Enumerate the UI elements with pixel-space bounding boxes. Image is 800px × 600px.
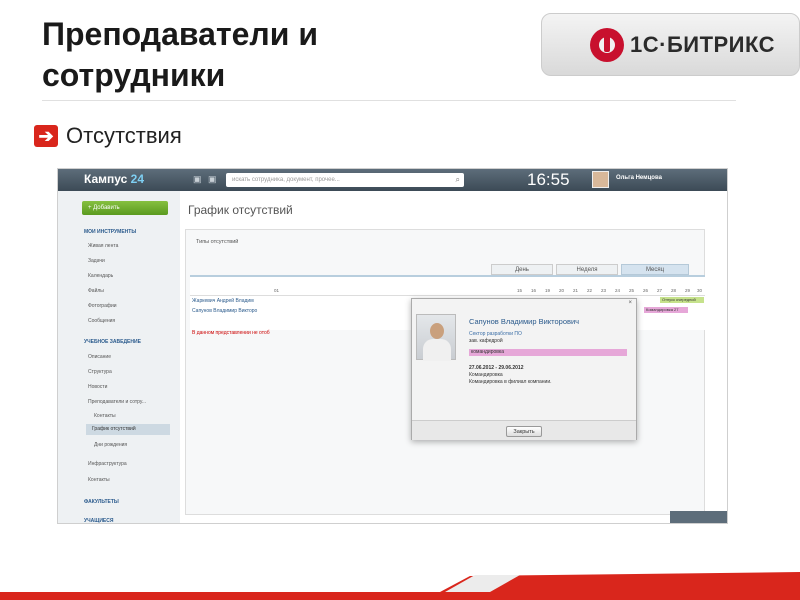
sidebar-item-staff[interactable]: Преподаватели и сотру... [88,399,146,405]
search-placeholder: искать сотрудника, документ, прочее... [232,177,340,183]
section-school[interactable]: УЧЕБНОЕ ЗАВЕДЕНИЕ [84,339,141,345]
brand-name: Кампус [84,172,128,186]
sidebar-item-absence[interactable]: График отсутствий [86,424,170,435]
add-button[interactable]: + Добавить [82,201,168,215]
search-input[interactable]: искать сотрудника, документ, прочее... ⌕ [226,173,464,187]
day-label: 21 [572,288,578,293]
status-bar [670,511,727,523]
arrow-right-icon: ➔ [34,125,58,147]
close-icon[interactable]: × [628,300,632,306]
tab-month[interactable]: Месяц [621,264,689,275]
sidebar-item-about[interactable]: Описание [88,354,111,360]
brand-number: 24 [130,172,145,186]
sidebar-item-news[interactable]: Новости [88,384,107,390]
sidebar: + Добавить МОИ ИНСТРУМЕНТЫ Живая лента З… [58,191,180,523]
sidebar-item-files[interactable]: Файлы [88,288,104,294]
day-label: 26 [642,288,648,293]
day-label: 30 [696,288,702,293]
notify-icon[interactable]: ▣ [208,174,218,184]
popup-employee-name[interactable]: Сапунов Владимир Викторович [469,317,579,326]
slide-subtitle: ➔ Отсутствия [34,123,182,149]
day-label: 19 [544,288,550,293]
day-label: 01 [273,288,279,293]
clock: 16:55 [527,170,570,189]
bitrix-logo-mark-icon [590,28,624,62]
popup-footer: Закрыть [412,420,636,440]
search-icon[interactable]: ⌕ [456,173,460,187]
app-brand[interactable]: Кампус 24 [84,172,144,186]
slide-title: Преподаватели и сотрудники [42,16,318,93]
section-students[interactable]: УЧАЩИЕСЯ [84,518,113,523]
day-label: 23 [600,288,606,293]
top-bar: Кампус 24 ▣ ▣ искать сотрудника, докумен… [58,169,727,191]
close-button[interactable]: Закрыть [506,426,542,437]
filter-types[interactable]: Типы отсутствий [196,239,238,245]
sidebar-item-photos[interactable]: Фотографии [88,303,117,309]
photo-body [423,339,451,361]
sidebar-item-birthdays[interactable]: Дни рождения [94,442,127,448]
main-content: График отсутствий Типы отсутствий День Н… [180,191,727,523]
popup-absence-type: командировка [469,349,627,356]
employee-name-link[interactable]: Жаркевич Андрей Владим [192,298,254,304]
tab-day[interactable]: День [491,264,553,275]
day-label: 24 [614,288,620,293]
sidebar-item-infra[interactable]: Инфраструктура [88,461,127,467]
section-tools[interactable]: МОИ ИНСТРУМЕНТЫ [84,229,136,235]
logo-text: 1С·БИТРИКС [630,32,776,57]
view-tabs: День Неделя Месяц [491,264,692,275]
section-faculties[interactable]: ФАКУЛЬТЕТЫ [84,499,119,505]
chat-icon[interactable]: ▣ [193,174,203,184]
sidebar-item-calendar[interactable]: Календарь [88,273,113,279]
user-avatar[interactable] [592,171,609,188]
sidebar-item-tasks[interactable]: Задачи [88,258,105,264]
popup-dates: 27.06.2012 - 29.06.2012 [469,365,524,371]
sidebar-item-structure[interactable]: Структура [88,369,112,375]
day-label: 27 [656,288,662,293]
subtitle-text: Отсутствия [66,123,182,148]
popup-position: зав. кафедрой [469,338,503,344]
photo-head [430,323,444,339]
footer-swoosh [0,572,800,600]
day-label: 28 [670,288,676,293]
bitrix-logo: 1С·БИТРИКС [541,13,800,76]
day-label: 25 [628,288,634,293]
sidebar-item-feed[interactable]: Живая лента [88,243,118,249]
view-note: В данном представлении не отоб [192,330,270,336]
absence-popup: × Сапунов Владимир Викторович Сектор раз… [411,298,637,440]
app-screenshot: Кампус 24 ▣ ▣ искать сотрудника, докумен… [57,168,728,524]
day-label: 15 [516,288,522,293]
popup-reason: Командировка [469,372,503,378]
title-divider [42,100,736,101]
grid-header: 01 15 16 19 20 21 22 23 24 25 26 27 28 2… [190,288,705,296]
user-name[interactable]: Ольга Немцова [616,175,662,181]
slide: Преподаватели и сотрудники 1С·БИТРИКС ➔ … [0,0,800,600]
sidebar-item-contacts[interactable]: Контакты [88,477,110,483]
tab-week[interactable]: Неделя [556,264,618,275]
absence-bar-vacation[interactable]: Отпуск очередной [660,297,704,303]
employee-name-link[interactable]: Сапунов Владимир Викторо [192,308,257,314]
absence-bar-trip[interactable]: Командировка 27 [644,307,688,313]
sidebar-item-messages[interactable]: Сообщения [88,318,115,324]
day-label: 22 [586,288,592,293]
day-label: 16 [530,288,536,293]
day-label: 20 [558,288,564,293]
popup-description: Командировка в филиал компании. [469,379,552,385]
page-title: График отсутствий [188,203,293,217]
employee-photo [416,314,456,361]
sidebar-item-contacts-sub[interactable]: Контакты [94,413,116,419]
popup-department[interactable]: Сектор разработки ПО [469,331,522,337]
